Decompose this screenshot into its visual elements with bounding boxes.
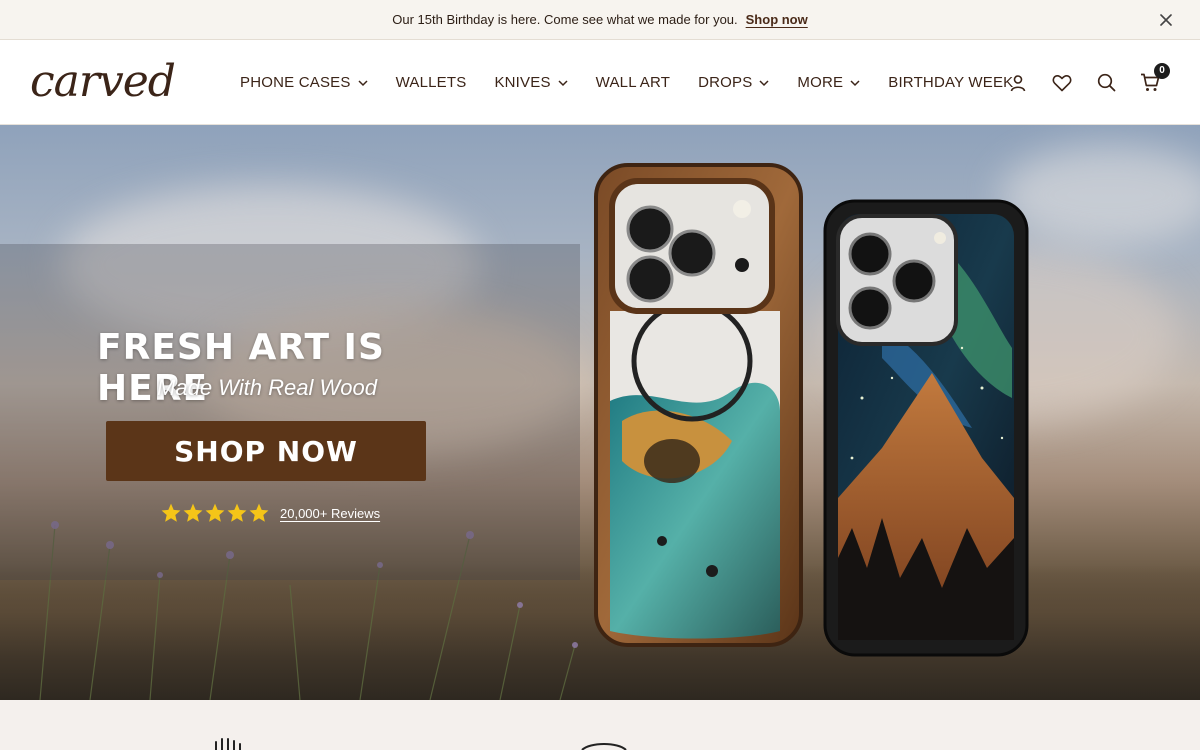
nav-item-wall-art[interactable]: WALL ART <box>596 74 670 91</box>
logo[interactable]: carved <box>30 56 195 108</box>
star-icon <box>205 503 225 522</box>
phone-case-wood-resin <box>594 163 803 647</box>
badge-icon <box>581 743 627 750</box>
announcement-shop-now-link[interactable]: Shop now <box>746 12 808 27</box>
star-icon <box>183 503 203 522</box>
features-strip <box>0 700 1200 750</box>
nav-item-label: KNIVES <box>494 74 551 91</box>
nav-item-label: MORE <box>797 74 844 91</box>
nav-item-wallets[interactable]: WALLETS <box>396 74 467 91</box>
close-icon[interactable] <box>1156 10 1176 30</box>
reviews-link[interactable]: 20,000+ Reviews <box>280 506 380 521</box>
nav-item-label: WALLETS <box>395 74 467 91</box>
shop-now-button[interactable]: SHOP NOW <box>106 421 426 481</box>
nav-item-more[interactable]: MORE <box>797 74 860 91</box>
announcement-message: Our 15th Birthday is here. Come see what… <box>392 12 738 27</box>
cart-count-badge: 0 <box>1154 62 1170 79</box>
nav-item-phone-cases[interactable]: PHONE CASES <box>240 74 368 91</box>
chevron-down-icon <box>558 78 568 88</box>
hand-icon <box>215 738 241 750</box>
star-icon <box>161 503 181 522</box>
rating-row: 20,000+ Reviews <box>160 502 380 524</box>
hero-text-panel <box>0 244 580 580</box>
nav-item-drops[interactable]: DROPS <box>698 74 769 91</box>
star-icon <box>227 503 247 522</box>
account-icon[interactable] <box>1006 71 1030 95</box>
site-header: carved PHONE CASES WALLETS KNIVES WALL A… <box>0 40 1200 125</box>
nav-item-label: WALL ART <box>595 74 671 91</box>
hero-banner: FRESH ART IS HERE Made With Real Wood SH… <box>0 125 1200 700</box>
cart-icon[interactable]: 0 <box>1138 62 1170 95</box>
announcement-bar: Our 15th Birthday is here. Come see what… <box>0 0 1200 40</box>
chevron-down-icon <box>850 78 860 88</box>
rating-stars <box>160 502 270 524</box>
hero-subtitle: Made With Real Wood <box>157 375 377 400</box>
nav-item-label: DROPS <box>698 74 753 91</box>
nav-item-knives[interactable]: KNIVES <box>494 74 568 91</box>
main-nav: PHONE CASES WALLETS KNIVES WALL ART DROP… <box>240 40 1041 125</box>
hero-cloud <box>1000 145 1200 245</box>
search-icon[interactable] <box>1094 71 1118 95</box>
wishlist-icon[interactable] <box>1050 71 1074 95</box>
nav-item-label: PHONE CASES <box>240 74 351 91</box>
header-icons: 0 <box>986 40 1170 125</box>
star-icon <box>249 503 269 522</box>
chevron-down-icon <box>759 78 769 88</box>
chevron-down-icon <box>358 78 368 88</box>
phone-case-mountain <box>823 199 1029 657</box>
